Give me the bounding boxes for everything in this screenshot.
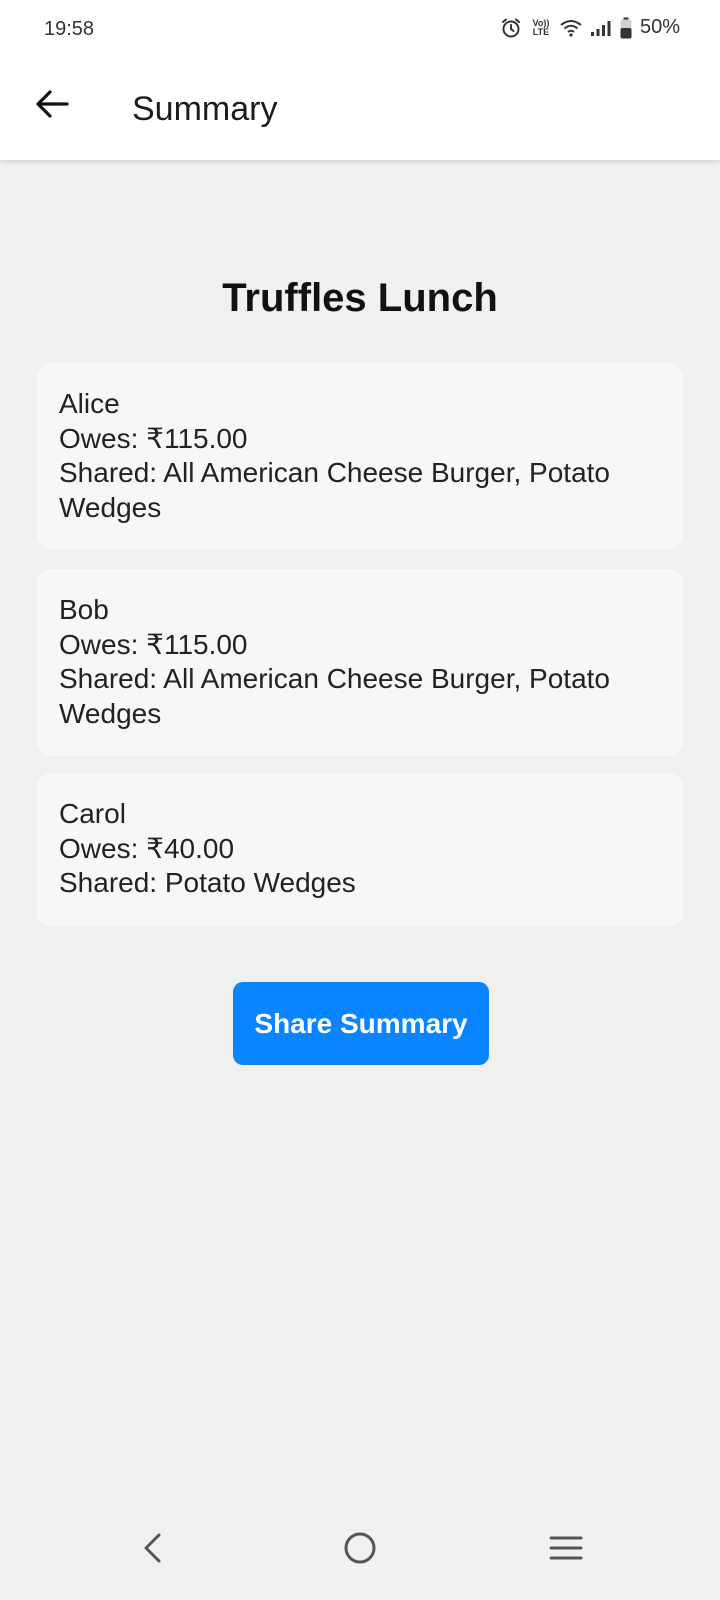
person-owes: Owes: ₹40.00 [59,832,235,864]
volte-icon: Vo)) LTE [530,17,552,37]
person-shared: Shared: Potato Wedges [59,867,356,898]
app-bar: Summary [0,60,720,160]
status-time: 19:58 [44,18,95,40]
person-card-carol: Carol Owes: ₹40.00 Shared: Potato Wedges [37,773,683,926]
nav-recents-button[interactable] [540,1524,592,1576]
nav-back-button[interactable] [126,1524,178,1576]
status-bar: 19:58 Vo)) LTE 50% [0,0,720,60]
share-summary-button[interactable]: Share Summary [233,982,489,1065]
arrow-left-icon [35,89,69,124]
status-icons: Vo)) LTE 50% [500,16,680,39]
chevron-left-icon [141,1532,163,1569]
person-name: Alice [59,388,120,419]
person-shared: Shared: All American Cheese Burger, Pota… [59,457,610,523]
system-nav-bar [0,1500,720,1600]
menu-lines-icon [549,1535,583,1566]
page-title: Summary [132,90,278,128]
alarm-icon [500,17,522,39]
person-shared: Shared: All American Cheese Burger, Pota… [59,663,610,729]
battery-percent: 50% [639,16,680,38]
back-button[interactable] [28,82,76,130]
person-owes: Owes: ₹115.00 [59,628,248,660]
person-owes: Owes: ₹115.00 [59,422,248,454]
person-card-alice: Alice Owes: ₹115.00 Shared: All American… [37,363,683,549]
person-name: Carol [59,798,126,829]
event-title: Truffles Lunch [222,276,498,320]
person-name: Bob [59,594,109,625]
nav-home-button[interactable] [334,1524,386,1576]
wifi-icon [560,19,582,37]
person-card-bob: Bob Owes: ₹115.00 Shared: All American C… [37,569,683,756]
battery-icon [620,17,632,39]
volte-label: Vo)) LTE [532,17,550,37]
signal-icon [590,19,612,37]
circle-home-icon [343,1531,377,1570]
